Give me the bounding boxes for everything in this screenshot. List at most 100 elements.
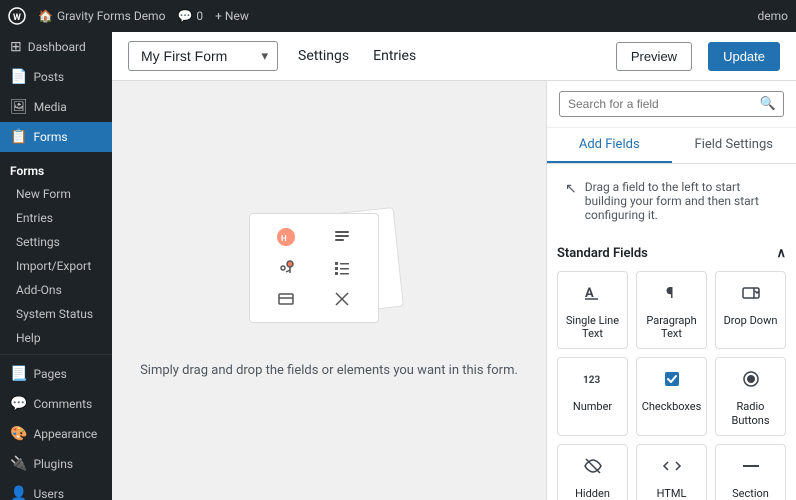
sidebar-item-appearance[interactable]: 🎨 Appearance xyxy=(0,419,112,449)
field-tile-radio-buttons[interactable]: Radio Buttons xyxy=(715,357,786,435)
panel-content: ↖ Drag a field to the left to start buil… xyxy=(547,164,796,500)
appearance-icon: 🎨 xyxy=(10,426,27,442)
field-tile-paragraph-text[interactable]: ¶ Paragraph Text xyxy=(636,271,707,349)
sidebar-item-media[interactable]: 🖼 Media xyxy=(0,92,112,122)
field-tile-section[interactable]: Section xyxy=(715,444,786,500)
tab-add-fields[interactable]: Add Fields xyxy=(547,128,672,163)
tab-field-settings[interactable]: Field Settings xyxy=(672,128,796,163)
card-front: H xyxy=(249,213,379,323)
field-tile-drop-down[interactable]: Drop Down xyxy=(715,271,786,349)
field-tile-label-drop-down: Drop Down xyxy=(724,314,778,327)
html-icon xyxy=(661,455,683,482)
sidebar-sub-new-form[interactable]: New Form xyxy=(0,182,112,206)
field-tile-label-radio-buttons: Radio Buttons xyxy=(720,400,781,426)
card-icon-list xyxy=(318,257,366,280)
settings-nav-link[interactable]: Settings xyxy=(294,40,353,72)
sidebar-item-posts[interactable]: 📄 Posts xyxy=(0,62,112,92)
site-name[interactable]: 🏠 Gravity Forms Demo xyxy=(38,9,165,23)
canvas-illustration: H xyxy=(239,203,419,343)
form-canvas[interactable]: H xyxy=(112,81,546,500)
user-menu[interactable]: demo xyxy=(758,9,789,23)
home-icon: 🏠 xyxy=(38,9,53,23)
wp-logo[interactable]: W xyxy=(8,7,26,25)
comment-icon: 💬 xyxy=(177,9,192,23)
field-tile-number[interactable]: 123 Number xyxy=(557,357,628,435)
new-content-link[interactable]: + New xyxy=(215,9,249,23)
field-search-input[interactable] xyxy=(559,91,784,117)
chevron-up-icon: ∧ xyxy=(776,246,786,261)
field-tile-html[interactable]: HTML xyxy=(636,444,707,500)
drag-hint-text: Drag a field to the left to start buildi… xyxy=(585,180,778,222)
field-tile-label-hidden: Hidden xyxy=(575,487,610,500)
field-tile-hidden[interactable]: Hidden xyxy=(557,444,628,500)
sidebar-sub-help[interactable]: Help xyxy=(0,326,112,350)
pages-icon: 📃 xyxy=(10,366,27,382)
forms-icon: 📋 xyxy=(10,129,27,145)
svg-text:W: W xyxy=(13,13,21,23)
drag-hint: ↖ Drag a field to the left to start buil… xyxy=(557,174,786,228)
field-tile-label-html: HTML xyxy=(657,487,687,500)
card-icon-hubspot: H xyxy=(262,226,310,249)
field-tile-checkboxes[interactable]: Checkboxes xyxy=(636,357,707,435)
sidebar-sub-settings[interactable]: Settings xyxy=(0,230,112,254)
search-icon: 🔍 xyxy=(760,97,776,112)
number-icon: 123 xyxy=(582,368,604,395)
sidebar-label-plugins: Plugins xyxy=(33,457,73,471)
sidebar-sub-add-ons[interactable]: Add-Ons xyxy=(0,278,112,302)
field-tile-label-checkboxes: Checkboxes xyxy=(642,400,702,413)
sidebar-label-media: Media xyxy=(34,100,67,114)
field-tile-label-paragraph-text: Paragraph Text xyxy=(641,314,702,340)
form-selector[interactable]: My First Form xyxy=(128,41,278,71)
svg-text:H: H xyxy=(281,234,287,243)
checkboxes-icon xyxy=(661,368,683,395)
plugins-icon: 🔌 xyxy=(10,456,27,472)
standard-fields-header[interactable]: Standard Fields ∧ xyxy=(557,242,786,271)
fields-grid: A Single Line Text ¶ xyxy=(557,271,786,500)
entries-nav-link[interactable]: Entries xyxy=(369,40,420,72)
sidebar-item-dashboard[interactable]: ⊞ Dashboard xyxy=(0,32,112,62)
media-icon: 🖼 xyxy=(10,99,28,115)
content-area: My First Form ▾ Settings Entries Preview… xyxy=(112,32,796,500)
sidebar-item-pages[interactable]: 📃 Pages xyxy=(0,359,112,389)
sidebar-item-users[interactable]: 👤 Users xyxy=(0,479,112,500)
field-tile-single-line-text[interactable]: A Single Line Text xyxy=(557,271,628,349)
comments-link[interactable]: 💬 0 xyxy=(177,9,203,23)
sidebar-label-comments: Comments xyxy=(33,397,92,411)
panel-tabs: Add Fields Field Settings xyxy=(547,128,796,164)
right-panel: 🔍 Add Fields Field Settings ↖ Drag a fie… xyxy=(546,81,796,500)
dashboard-icon: ⊞ xyxy=(10,39,22,55)
svg-text:¶: ¶ xyxy=(666,283,674,302)
preview-button[interactable]: Preview xyxy=(616,42,692,71)
drop-down-icon xyxy=(740,282,762,309)
single-line-text-icon: A xyxy=(582,282,604,309)
sidebar: ⊞ Dashboard 📄 Posts 🖼 Media 📋 Forms Form… xyxy=(0,32,112,500)
radio-buttons-icon xyxy=(740,368,762,395)
sidebar-label-users: Users xyxy=(33,487,64,500)
sidebar-item-comments[interactable]: 💬 Comments xyxy=(0,389,112,419)
sidebar-sub-system-status[interactable]: System Status xyxy=(0,302,112,326)
admin-bar: W 🏠 Gravity Forms Demo 💬 0 + New demo xyxy=(0,0,796,32)
card-icon-paragraph xyxy=(318,226,366,249)
sidebar-sub-import-export[interactable]: Import/Export xyxy=(0,254,112,278)
hidden-icon xyxy=(582,455,604,482)
svg-text:123: 123 xyxy=(583,375,600,386)
sidebar-label-pages: Pages xyxy=(33,367,66,381)
sidebar-label-forms: Forms xyxy=(33,130,67,144)
card-icon-slash xyxy=(318,287,366,310)
update-button[interactable]: Update xyxy=(708,42,780,71)
cursor-icon: ↖ xyxy=(565,181,577,197)
form-selector-wrapper: My First Form ▾ xyxy=(128,41,278,71)
forms-section-header: Forms xyxy=(0,152,112,182)
section-icon xyxy=(740,455,762,482)
sidebar-sub-entries[interactable]: Entries xyxy=(0,206,112,230)
comments-icon: 💬 xyxy=(10,396,27,412)
sidebar-label-appearance: Appearance xyxy=(33,427,97,441)
posts-icon: 📄 xyxy=(10,69,27,85)
paragraph-text-icon: ¶ xyxy=(661,282,683,309)
sidebar-item-plugins[interactable]: 🔌 Plugins xyxy=(0,449,112,479)
sidebar-label-dashboard: Dashboard xyxy=(28,40,86,54)
field-tile-label-number: Number xyxy=(573,400,612,413)
sidebar-item-forms[interactable]: 📋 Forms xyxy=(0,122,112,152)
users-icon: 👤 xyxy=(10,486,27,500)
card-icon-box xyxy=(262,287,310,310)
